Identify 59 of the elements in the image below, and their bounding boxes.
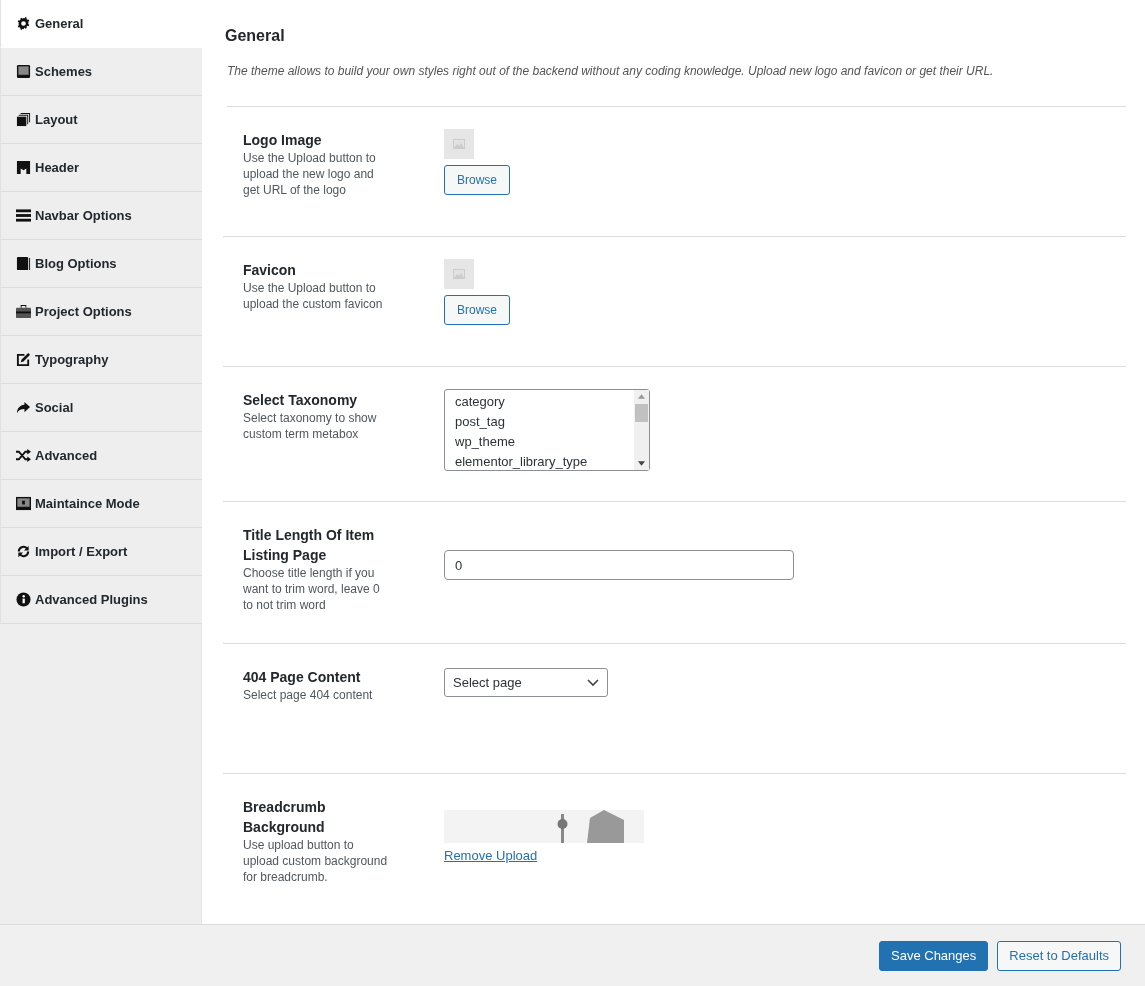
save-button[interactable]: Save Changes [879,940,989,971]
setting-label: Breadcrumb Background [243,798,327,837]
sidebar-item[interactable]: Navbar Options [0,192,202,240]
page-select[interactable]: Select page [444,668,608,697]
sidebar-item[interactable]: Advanced Plugins [0,576,202,624]
setting-help: Use upload button to upload custom background for breadcrumb. [243,837,389,885]
reset-button[interactable]: Reset to Defaults [997,940,1121,971]
listbox-option[interactable]: wp_theme [455,432,634,452]
sidebar-item[interactable]: Maintaince Mode [0,480,202,528]
bookmark-icon [16,160,31,175]
setting-help: Select taxonomy to show custom term metabox [243,410,378,442]
menu-icon [16,208,31,223]
sidebar-item[interactable]: General [0,0,202,48]
edit-icon [16,352,31,367]
book-icon [16,256,31,271]
scrollbar-thumb[interactable] [635,404,648,422]
setting-help: Use the Upload button to upload the custom favicon [243,280,384,312]
sidebar-item[interactable]: Header [0,144,202,192]
image-placeholder [444,129,474,159]
scroll-up-arrow-icon[interactable] [638,394,645,399]
listbox-option[interactable]: elementor_library_type [455,452,634,470]
sidebar-item[interactable]: Blog Options [0,240,202,288]
sidebar-item[interactable]: Typography [0,336,202,384]
gear-icon [16,16,31,31]
setting-label: 404 Page Content [243,668,362,687]
listbox-option[interactable]: category [455,392,634,412]
briefcase-icon [16,304,31,319]
remove-upload-link[interactable]: Remove Upload [444,848,538,863]
sidebar-item[interactable]: Import / Export [0,528,202,576]
chevron-down-icon [587,678,599,687]
sidebar-item[interactable]: Project Options [0,288,202,336]
setting-label: Logo Image [243,131,323,150]
taxonomy-listbox[interactable]: category post_tag wp_theme elementor_library_type [444,389,650,471]
setting-label: Title Length Of Item Listing Page [243,526,376,565]
sidebar-item[interactable]: Layout [0,96,202,144]
listbox-option[interactable]: post_tag [455,412,634,432]
scrollbar[interactable] [634,390,649,470]
refresh-icon [16,544,31,559]
title-length-input[interactable]: 0 [444,550,794,580]
info-icon [16,592,31,607]
browse-button[interactable]: Browse [444,295,510,325]
browse-button[interactable]: Browse [444,165,510,195]
setting-help: Select page 404 content [243,687,374,703]
lock-screen-icon [16,496,31,511]
sidebar-item[interactable]: Social [0,384,202,432]
layers-icon [16,112,31,127]
setting-help: Choose title length if you want to trim word, leave 0 to not trim word [243,565,381,613]
section-title: General [225,27,286,45]
sidebar-item[interactable]: Advanced [0,432,202,480]
section-description: The theme allows to build your own styles right out of the backend without any coding knowledge. Upload new logo and favicon or get their URL. [227,64,1126,107]
setting-label: Select Taxonomy [243,391,359,410]
shuffle-icon [16,448,31,463]
setting-label: Favicon [243,261,297,280]
image-placeholder [444,259,474,289]
monitor-icon [16,64,31,79]
setting-help: Use the Upload button to upload the new logo and get URL of the logo [243,150,377,198]
scroll-down-arrow-icon[interactable] [638,461,645,466]
sidebar-item[interactable]: Schemes [0,48,202,96]
share-arrow-icon [16,400,31,415]
